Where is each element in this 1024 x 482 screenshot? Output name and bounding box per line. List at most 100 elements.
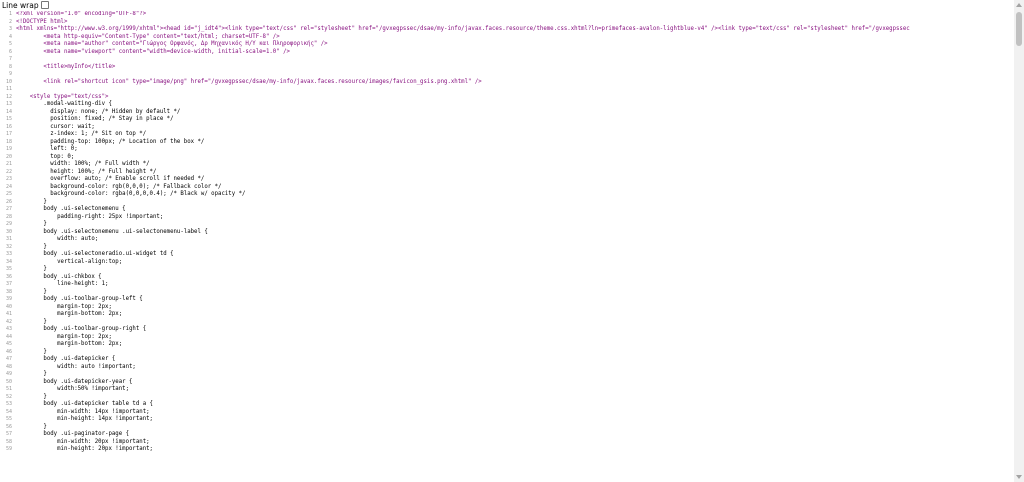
source-view: 1 <?xml version="1.0" encoding="UTF-8"?> 2… — [0, 11, 1014, 482]
line-code: margin-top: 2px; — [16, 303, 112, 310]
line-code: } — [16, 288, 47, 295]
line-number: 7 — [8, 56, 12, 62]
line-code: <!DOCTYPE html> — [16, 18, 68, 25]
source-line: 51 width:50% !important; — [0, 386, 1014, 394]
line-number: 52 — [5, 393, 12, 400]
line-code: body .ui-chkbox { — [16, 273, 102, 280]
source-line: 42 } — [0, 319, 1014, 327]
line-number: 46 — [5, 348, 12, 355]
line-number: 33 — [5, 251, 12, 257]
line-number: 29 — [5, 221, 12, 227]
source-line: 19 left: 0; — [0, 146, 1014, 154]
line-number: 9 — [8, 71, 12, 77]
source-line: 37 line-height: 1; — [0, 281, 1014, 289]
source-line: 47 body .ui-datepicker { — [0, 356, 1014, 364]
source-line: 23 overflow: auto; /* Enable scroll if n… — [0, 176, 1014, 184]
line-number: 44 — [5, 333, 12, 340]
line-code: min-height: 20px !important; — [16, 446, 153, 452]
line-number: 57 — [5, 431, 12, 437]
line-number: 26 — [5, 198, 12, 205]
line-code: } — [16, 318, 47, 325]
source-line: 33 body .ui-selectoneradio.ui-widget td … — [0, 251, 1014, 259]
line-number: 4 — [8, 33, 12, 40]
line-code: margin-top: 2px; — [16, 333, 112, 340]
line-code: } — [16, 266, 47, 272]
line-code: } — [16, 348, 47, 355]
line-code: min-width: 20px !important; — [16, 438, 150, 445]
line-code: } — [16, 198, 47, 205]
source-line: 57 body .ui-paginator-page { — [0, 431, 1014, 439]
source-line: 59 min-height: 20px !important; — [0, 446, 1014, 454]
source-line: 30 body .ui-selectonemenu .ui-selectonem… — [0, 229, 1014, 237]
source-line: 5 <meta name="author" content="Γιώργος Ο… — [0, 41, 1014, 49]
source-line: 2 <!DOCTYPE html> — [0, 19, 1014, 27]
source-line: 52 } — [0, 394, 1014, 402]
line-number: 8 — [8, 63, 12, 70]
line-number: 41 — [5, 311, 12, 317]
line-code: z-index: 1; /* Sit on top */ — [16, 131, 147, 137]
line-code: body .ui-selectoneradio.ui-widget td { — [16, 251, 174, 257]
source-line: 43 body .ui-toolbar-group-right { — [0, 326, 1014, 334]
source-line: 3 <html xmlns="http://www.w3.org/1999/xht… — [0, 26, 1014, 34]
source-line: 22 height: 100%; /* Full height */ — [0, 169, 1014, 177]
line-number: 45 — [5, 341, 12, 347]
source-line: 36 body .ui-chkbox { — [0, 274, 1014, 282]
line-code: width:50% !important; — [16, 386, 129, 392]
scroll-up-arrow-icon[interactable] — [1016, 3, 1022, 7]
source-line: 46 } — [0, 349, 1014, 357]
line-number: 11 — [5, 86, 12, 92]
source-line: 54 min-width: 14px !important; — [0, 409, 1014, 417]
source-line: 45 margin-bottom: 2px; — [0, 341, 1014, 349]
line-number: 6 — [8, 48, 12, 55]
line-number: 43 — [5, 326, 12, 332]
source-line: 39 body .ui-toolbar-group-left { — [0, 296, 1014, 304]
line-number: 35 — [5, 266, 12, 272]
line-code: body .ui-datepicker table td a { — [16, 401, 153, 407]
line-code: height: 100%; /* Full height */ — [16, 168, 157, 175]
source-line: 58 min-width: 20px !important; — [0, 439, 1014, 447]
line-code: body .ui-toolbar-group-left { — [16, 296, 143, 302]
line-number: 40 — [5, 303, 12, 310]
source-line: 28 padding-right: 25px !important; — [0, 214, 1014, 222]
line-number: 22 — [5, 168, 12, 175]
line-number: 47 — [5, 356, 12, 362]
scroll-down-arrow-icon[interactable] — [1016, 475, 1022, 479]
source-line: 26 } — [0, 199, 1014, 207]
line-code: <link rel="shortcut icon" type="image/pn… — [16, 78, 482, 85]
source-line: 4 <meta http-equiv="Content-Type" conten… — [0, 34, 1014, 42]
line-number: 14 — [5, 108, 12, 115]
source-line: 29 } — [0, 221, 1014, 229]
toolbar: Line wrap — [0, 0, 1016, 10]
line-number: 1 — [8, 11, 12, 17]
line-number: 54 — [5, 408, 12, 415]
line-number: 28 — [5, 213, 12, 220]
source-line: 13 .modal-waiting-div { — [0, 101, 1014, 109]
source-line: 6 <meta name="viewport" content="width=d… — [0, 49, 1014, 57]
line-code: } — [16, 371, 47, 377]
line-number: 25 — [5, 191, 12, 197]
line-code: min-width: 14px !important; — [16, 408, 150, 415]
line-code: background-color: rgb(0,0,0); /* Fallbac… — [16, 183, 222, 190]
line-code: <style type="text/css"> — [16, 93, 109, 100]
line-number: 51 — [5, 386, 12, 392]
line-code: body .ui-paginator-page { — [16, 431, 129, 437]
line-code: width: 100%; /* Full width */ — [16, 161, 150, 167]
line-number: 38 — [5, 288, 12, 295]
source-line: 50 body .ui-datepicker-year { — [0, 379, 1014, 387]
scroll-thumb[interactable] — [1016, 12, 1022, 46]
line-code: overflow: auto; /* Enable scroll if need… — [16, 176, 205, 182]
line-wrap-checkbox[interactable] — [40, 1, 49, 9]
line-number: 32 — [5, 243, 12, 250]
line-number: 48 — [5, 363, 12, 370]
source-line: 7 — [0, 56, 1014, 64]
line-number: 15 — [5, 116, 12, 122]
line-number: 36 — [5, 273, 12, 280]
line-code: line-height: 1; — [16, 281, 109, 287]
source-line: 11 — [0, 86, 1014, 94]
source-line: 49 } — [0, 371, 1014, 379]
source-line: 56 } — [0, 424, 1014, 432]
vertical-scrollbar[interactable] — [1014, 0, 1024, 482]
line-number: 56 — [5, 423, 12, 430]
source-line: 44 margin-top: 2px; — [0, 334, 1014, 342]
source-line: 20 top: 0; — [0, 154, 1014, 162]
